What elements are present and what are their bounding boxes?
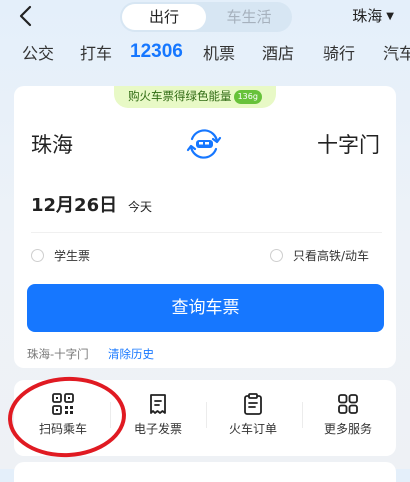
qa-more-services-label: 更多服务 xyxy=(323,422,372,436)
caret-down-icon: ▼ xyxy=(386,11,394,22)
promo-text: 购火车票得绿色能量 xyxy=(128,89,232,103)
receipt-icon xyxy=(150,394,166,414)
category-tabs: 公交 打车 12306 机票 酒店 骑行 汽车 xyxy=(0,40,410,70)
travel-date[interactable]: 12月26日 xyxy=(31,194,117,218)
tab-cycling[interactable]: 骑行 xyxy=(323,42,355,66)
tab-taxi[interactable]: 打车 xyxy=(80,42,112,66)
qa-train-orders[interactable]: 火车订单 xyxy=(208,392,298,437)
city-selector[interactable]: 珠海 ▼ xyxy=(352,6,394,27)
high-speed-only-label: 只看高铁/动车 xyxy=(293,249,370,263)
segment-travel[interactable]: 出行 xyxy=(122,4,206,30)
date-today-label: 今天 xyxy=(128,200,153,214)
student-ticket-option[interactable]: 学生票 xyxy=(31,248,90,264)
history-item[interactable]: 珠海-十字门 xyxy=(27,346,89,362)
clipboard-icon xyxy=(244,393,262,415)
divider xyxy=(110,402,111,428)
qa-train-orders-label: 火车订单 xyxy=(228,422,277,436)
qa-e-invoice-label: 电子发票 xyxy=(133,422,182,436)
radio-icon xyxy=(270,249,283,262)
swap-train-icon[interactable] xyxy=(186,126,222,162)
back-arrow-icon[interactable] xyxy=(16,2,36,30)
tab-hotels[interactable]: 酒店 xyxy=(262,42,294,66)
tab-12306[interactable]: 12306 xyxy=(130,40,183,64)
next-card-peek xyxy=(14,462,396,482)
query-tickets-button[interactable]: 查询车票 xyxy=(27,284,384,332)
city-name: 珠海 xyxy=(352,7,383,25)
student-ticket-label: 学生票 xyxy=(54,249,91,263)
clear-history-link[interactable]: 清除历史 xyxy=(108,346,154,362)
qa-e-invoice[interactable]: 电子发票 xyxy=(113,392,203,437)
qa-scan-ride-label: 扫码乘车 xyxy=(38,422,87,436)
green-energy-promo[interactable]: 购火车票得绿色能量 136g xyxy=(114,86,276,108)
tab-flights[interactable]: 机票 xyxy=(203,42,235,66)
grid-icon xyxy=(338,394,358,414)
top-bar: 出行 车生活 珠海 ▼ xyxy=(0,0,410,36)
qa-scan-ride[interactable]: 扫码乘车 xyxy=(18,392,108,437)
qr-scan-icon xyxy=(52,393,74,415)
segment-car-life[interactable]: 车生活 xyxy=(208,4,290,30)
radio-icon xyxy=(31,249,44,262)
high-speed-only-option[interactable]: 只看高铁/动车 xyxy=(270,248,369,264)
arrival-station[interactable]: 十字门 xyxy=(317,131,380,159)
qa-more-services[interactable]: 更多服务 xyxy=(303,392,393,437)
tab-coach[interactable]: 汽车 xyxy=(383,42,410,66)
divider xyxy=(206,402,207,428)
departure-station[interactable]: 珠海 xyxy=(31,131,73,159)
tab-bus[interactable]: 公交 xyxy=(22,42,54,66)
segment-control: 出行 车生活 xyxy=(120,2,292,32)
divider xyxy=(31,232,382,233)
energy-badge: 136g xyxy=(233,90,262,104)
